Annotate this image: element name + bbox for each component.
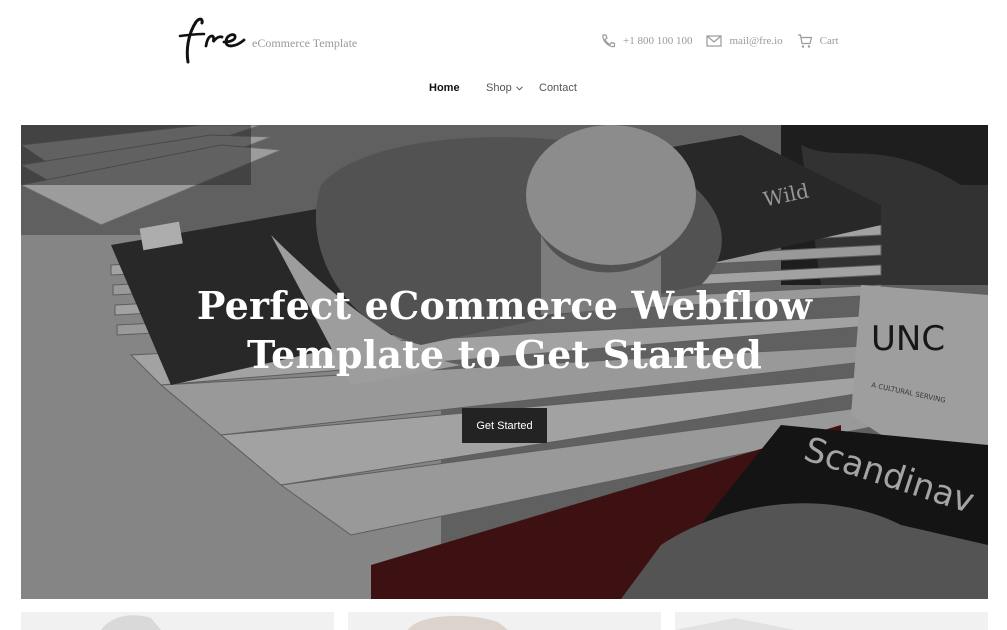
mail-link[interactable]: mail@fre.io xyxy=(706,34,783,48)
nav-item-shop[interactable]: Shop xyxy=(486,82,523,94)
site-header: eCommerce Template +1 800 100 100 mail@f… xyxy=(0,0,1007,78)
phone-icon xyxy=(602,34,616,48)
nav-home-label: Home xyxy=(429,82,460,94)
hero-banner: UNC Scandinav Wild A CULTURAL SERVING Pe… xyxy=(21,125,988,599)
brand-logo[interactable] xyxy=(174,14,248,66)
cart-label: Cart xyxy=(819,35,839,47)
get-started-button[interactable]: Get Started xyxy=(462,408,547,443)
nav-item-contact[interactable]: Contact xyxy=(539,82,577,94)
hero-title: Perfect eCommerce Webflow Template to Ge… xyxy=(21,281,988,379)
product-card[interactable] xyxy=(348,612,661,630)
product-card[interactable] xyxy=(21,612,334,630)
phone-label: +1 800 100 100 xyxy=(623,35,693,47)
nav-item-home[interactable]: Home xyxy=(429,82,460,94)
cart-link[interactable]: Cart xyxy=(797,33,839,49)
header-contacts: +1 800 100 100 mail@fre.io Cart xyxy=(600,33,839,49)
product-image xyxy=(101,615,161,630)
cart-icon xyxy=(797,34,812,48)
product-image xyxy=(408,615,508,630)
hero-title-line-2: Template to Get Started xyxy=(247,332,762,377)
chevron-down-icon xyxy=(515,85,523,91)
mail-label: mail@fre.io xyxy=(729,35,783,47)
product-image xyxy=(675,618,795,630)
phone-link[interactable]: +1 800 100 100 xyxy=(600,33,692,49)
product-card-row xyxy=(21,612,988,630)
nav-shop-label: Shop xyxy=(486,82,512,94)
main-nav: Home Shop Contact xyxy=(0,82,1007,100)
nav-contact-label: Contact xyxy=(539,82,577,94)
mail-icon xyxy=(706,35,723,47)
hero-title-line-1: Perfect eCommerce Webflow xyxy=(196,283,813,328)
product-card[interactable] xyxy=(675,612,988,630)
site-tagline: eCommerce Template xyxy=(252,36,358,50)
